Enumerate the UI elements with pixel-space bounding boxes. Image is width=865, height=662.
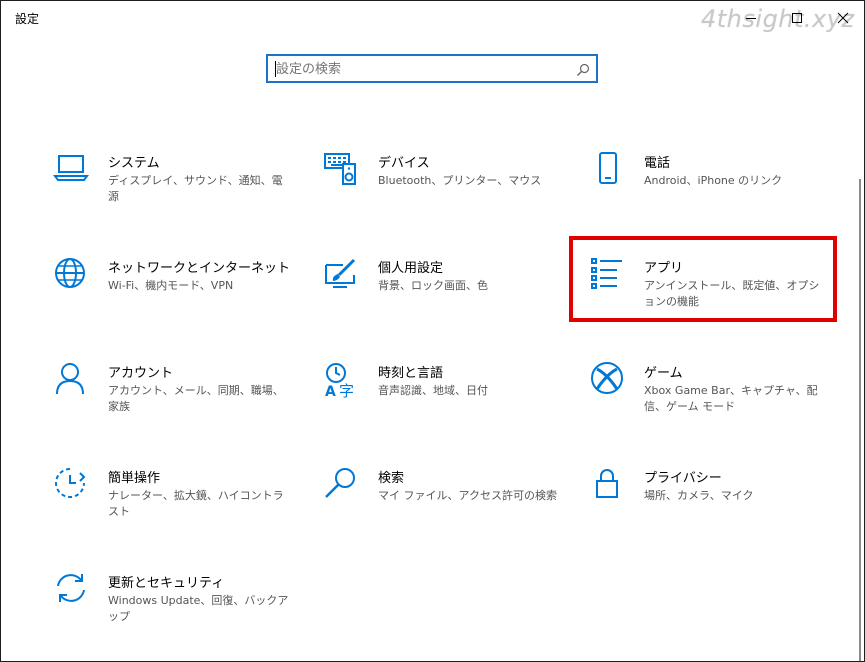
tile-name: 検索 xyxy=(378,471,405,486)
ease-of-access-icon xyxy=(51,467,91,507)
tile-description: マイ ファイル、アクセス許可の検索 xyxy=(378,489,557,502)
tile-description: アカウント、メール、同期、職場、家族 xyxy=(108,384,284,413)
tile-description: 背景、ロック画面、色 xyxy=(378,279,488,292)
sync-icon xyxy=(51,572,91,612)
globe-icon xyxy=(51,257,91,297)
maximize-button[interactable] xyxy=(774,1,820,35)
window-title: 設定 xyxy=(15,12,40,26)
tile-name: 更新とセキュリティ xyxy=(108,576,225,591)
tile-name: 電話 xyxy=(644,156,671,171)
tile-name: 簡単操作 xyxy=(108,471,161,486)
search-box[interactable] xyxy=(266,54,598,83)
time-language-icon: A 字 xyxy=(321,362,361,402)
maximize-icon xyxy=(791,9,803,28)
search-icon[interactable] xyxy=(576,62,590,81)
close-icon xyxy=(837,9,849,28)
svg-text:A: A xyxy=(325,384,336,398)
phone-icon xyxy=(587,152,627,192)
tile-name: システム xyxy=(108,156,160,171)
tile-ease-of-access[interactable]: 簡単操作 ナレーター、拡大鏡、ハイコントラスト xyxy=(51,467,301,537)
tile-system[interactable]: システム ディスプレイ、サウンド、通知、電源 xyxy=(51,152,301,222)
tile-description: Xbox Game Bar、キャプチャ、配信、ゲーム モード xyxy=(644,384,818,413)
search-input[interactable] xyxy=(276,59,566,79)
tile-devices[interactable]: デバイス Bluetooth、プリンター、マウス xyxy=(321,152,571,222)
tile-privacy[interactable]: プライバシー 場所、カメラ、マイク xyxy=(587,467,837,537)
tile-name: ネットワークとインターネット xyxy=(108,261,291,276)
title-bar[interactable]: 設定 4thsight.xyz xyxy=(1,1,864,35)
tile-personalization[interactable]: 個人用設定 背景、ロック画面、色 xyxy=(321,257,571,327)
minimize-icon xyxy=(745,9,757,28)
svg-text:字: 字 xyxy=(339,382,354,398)
tile-update-security[interactable]: 更新とセキュリティ Windows Update、回復、バックアップ xyxy=(51,572,301,642)
tile-description: 場所、カメラ、マイク xyxy=(644,489,754,502)
minimize-button[interactable] xyxy=(728,1,774,35)
tile-gaming[interactable]: ゲーム Xbox Game Bar、キャプチャ、配信、ゲーム モード xyxy=(587,362,837,432)
tile-name: 個人用設定 xyxy=(378,261,444,276)
settings-window: 設定 4thsight.xyz 設定の検索 システム ディスプレイ、サウンド、通… xyxy=(0,0,865,662)
tile-network[interactable]: ネットワークとインターネット Wi-Fi、機内モード、VPN xyxy=(51,257,301,327)
xbox-icon xyxy=(587,362,627,402)
tile-description: Android、iPhone のリンク xyxy=(644,174,783,187)
apps-highlight-box xyxy=(569,236,837,322)
paintbrush-icon xyxy=(321,257,361,297)
tile-description: 音声認識、地域、日付 xyxy=(378,384,488,397)
tile-name: プライバシー xyxy=(644,471,722,486)
tile-phone[interactable]: 電話 Android、iPhone のリンク xyxy=(587,152,837,222)
tile-name: デバイス xyxy=(378,156,430,171)
tile-description: Bluetooth、プリンター、マウス xyxy=(378,174,542,187)
laptop-icon xyxy=(51,152,91,192)
tile-name: 時刻と言語 xyxy=(378,366,444,381)
tile-name: アカウント xyxy=(108,366,174,381)
tile-description: ナレーター、拡大鏡、ハイコントラスト xyxy=(108,489,284,518)
tile-description: Wi-Fi、機内モード、VPN xyxy=(108,279,234,292)
tile-description: Windows Update、回復、バックアップ xyxy=(108,594,289,623)
magnifier-icon xyxy=(321,467,361,507)
tile-time-language[interactable]: A 字 時刻と言語 音声認識、地域、日付 xyxy=(321,362,571,432)
close-button[interactable] xyxy=(820,1,864,35)
scrollbar[interactable] xyxy=(859,179,861,661)
tile-accounts[interactable]: アカウント アカウント、メール、同期、職場、家族 xyxy=(51,362,301,432)
tile-search[interactable]: 検索 マイ ファイル、アクセス許可の検索 xyxy=(321,467,571,537)
lock-icon xyxy=(587,467,627,507)
person-icon xyxy=(51,362,91,402)
keyboard-speaker-icon xyxy=(321,152,361,192)
tile-description: ディスプレイ、サウンド、通知、電源 xyxy=(108,174,283,203)
tile-name: ゲーム xyxy=(644,366,683,381)
